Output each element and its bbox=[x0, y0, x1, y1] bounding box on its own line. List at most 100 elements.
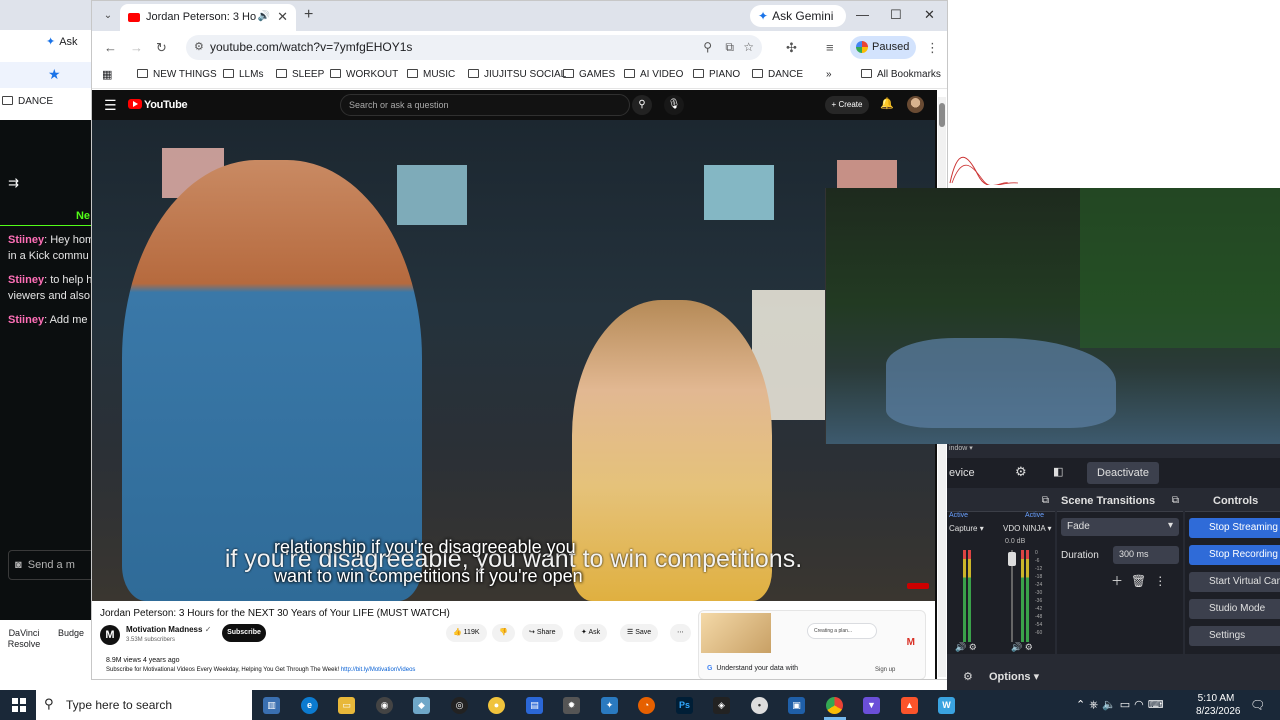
extensions-puzzle-icon[interactable]: ✣ bbox=[786, 40, 797, 56]
bookmark-folder[interactable]: DANCE bbox=[752, 69, 803, 80]
create-button[interactable]: + Create bbox=[825, 96, 869, 114]
task-view-icon[interactable]: ▥ bbox=[263, 697, 280, 714]
more-vertical-icon[interactable]: ⋮ bbox=[1154, 574, 1174, 588]
file-explorer-icon[interactable]: ▭ bbox=[338, 697, 355, 714]
properties-gear-icon[interactable]: ⚙ bbox=[1015, 464, 1027, 480]
network-icon[interactable]: ⎈ bbox=[1089, 699, 1102, 711]
microphone-icon[interactable]: 🎙 bbox=[664, 95, 684, 115]
chat-username[interactable]: Stiiney bbox=[8, 314, 44, 326]
bookmark-folder[interactable]: JIUJITSU SOCIAL bbox=[468, 69, 566, 80]
mixer-source-capture[interactable]: Capture ▾ bbox=[949, 524, 984, 533]
bookmark-folder[interactable]: GAMES bbox=[563, 69, 615, 80]
start-virtual-camera-button[interactable]: Start Virtual Camera bbox=[1189, 572, 1280, 592]
popout-icon[interactable]: ⧉ bbox=[1042, 495, 1049, 506]
system-clock[interactable]: 5:10 AM 8/23/2026 bbox=[1196, 692, 1241, 718]
ask-button[interactable]: ✦ Ask bbox=[574, 624, 608, 642]
tab-search-chevron-icon[interactable]: ⌄ bbox=[100, 8, 116, 24]
hamburger-menu-icon[interactable]: ☰ bbox=[104, 97, 117, 114]
volume-fader[interactable] bbox=[1008, 550, 1016, 642]
obs-camera-source[interactable] bbox=[825, 188, 1280, 444]
davinci-resolve-icon[interactable]: ◈ bbox=[713, 697, 730, 714]
bookmark-folder[interactable]: WORKOUT bbox=[330, 69, 398, 80]
bookmark-folder[interactable]: AI VIDEO bbox=[624, 69, 683, 80]
system-tray[interactable]: ⌃⎈🔈▭◠⌨ bbox=[1076, 698, 1168, 712]
word-app-icon[interactable]: W bbox=[938, 697, 955, 714]
bookmark-folder[interactable]: NEW THINGS bbox=[137, 69, 217, 80]
fader-knob[interactable] bbox=[1008, 552, 1016, 566]
volume-icon[interactable]: 🔈 bbox=[1102, 699, 1120, 711]
youtube-search-input[interactable]: Search or ask a question bbox=[340, 94, 630, 116]
speaker-icon[interactable]: 🔊 bbox=[1011, 642, 1022, 652]
chrome-icon[interactable] bbox=[826, 697, 843, 714]
mixer-mute-settings-1[interactable]: 🔊 ⚙ bbox=[955, 642, 977, 653]
save-button[interactable]: ☰ Save bbox=[620, 624, 659, 642]
minimize-icon[interactable]: — bbox=[856, 7, 869, 22]
background-gemini-tab[interactable]: ✦ Ask bbox=[40, 32, 92, 54]
tab-close-icon[interactable]: ✕ bbox=[277, 9, 288, 25]
popout-icon[interactable]: ⧉ bbox=[1172, 495, 1179, 506]
obs-dock-tab[interactable]: indow ▾ bbox=[947, 444, 1007, 456]
battery-icon[interactable]: ▭ bbox=[1120, 699, 1134, 711]
notifications-bell-icon[interactable]: 🔔 bbox=[880, 97, 894, 110]
vpn-app-icon[interactable]: ▼ bbox=[863, 697, 880, 714]
gear-icon[interactable]: ⚙ bbox=[1025, 642, 1033, 652]
photoshop-icon[interactable]: Ps bbox=[676, 697, 693, 714]
mixer-mute-settings-2[interactable]: 🔊 ⚙ bbox=[1011, 642, 1033, 653]
speaker-icon[interactable]: 🔊 bbox=[955, 642, 966, 652]
windows-start-icon[interactable] bbox=[12, 698, 26, 712]
firefox-icon[interactable]: ◔ bbox=[638, 697, 655, 714]
chat-username[interactable]: Stiiney bbox=[8, 274, 44, 286]
window-app-icon[interactable]: ▣ bbox=[788, 697, 805, 714]
keyboard-icon[interactable]: ⌨ bbox=[1148, 699, 1168, 711]
trash-icon[interactable]: 🗑 bbox=[1131, 574, 1154, 588]
desktop-icon-davinci[interactable]: DaVinci Resolve bbox=[4, 628, 44, 650]
network-app-icon[interactable]: ✦ bbox=[601, 697, 618, 714]
deactivate-button[interactable]: Deactivate bbox=[1087, 462, 1159, 484]
more-bookmarks-chevron-icon[interactable]: » bbox=[826, 69, 832, 80]
ask-gemini-button[interactable]: ✦ Ask Gemini bbox=[750, 5, 846, 27]
bookmark-folder[interactable]: PIANO bbox=[693, 69, 740, 80]
settings-gear-app-icon[interactable]: ✹ bbox=[563, 697, 580, 714]
channel-name[interactable]: Motivation Madness ✓ bbox=[126, 625, 211, 634]
ad-signup-link[interactable]: Sign up bbox=[875, 667, 895, 673]
share-button[interactable]: ↪ Share bbox=[522, 624, 563, 642]
brave-browser-icon[interactable]: ▲ bbox=[901, 697, 918, 714]
wifi-icon[interactable]: ◠ bbox=[1134, 699, 1148, 711]
dislike-button[interactable]: 👎 bbox=[492, 624, 515, 642]
filters-icon[interactable]: ◧ bbox=[1053, 465, 1063, 478]
account-avatar[interactable] bbox=[907, 96, 924, 113]
subscribe-button[interactable]: Subscribe bbox=[222, 624, 266, 642]
transition-select[interactable]: Fade ▾ bbox=[1061, 518, 1179, 536]
forward-arrow-icon[interactable]: → bbox=[130, 40, 143, 55]
gear-icon[interactable]: ⚙ bbox=[969, 642, 977, 652]
close-window-icon[interactable]: ✕ bbox=[924, 7, 935, 23]
profile-paused-button[interactable]: Paused bbox=[850, 36, 916, 59]
back-arrow-icon[interactable]: ← bbox=[104, 40, 117, 55]
new-tab-plus-icon[interactable]: + bbox=[304, 6, 313, 24]
lightbulb-icon[interactable]: ● bbox=[488, 697, 505, 714]
maximize-icon[interactable]: ☐ bbox=[890, 7, 902, 23]
bookmark-star-icon[interactable]: ★ bbox=[48, 66, 61, 83]
stop-streaming-button[interactable]: Stop Streaming bbox=[1189, 518, 1280, 538]
settings-button[interactable]: Settings bbox=[1189, 626, 1280, 646]
video-player[interactable]: if you're disagreeable, you want to win … bbox=[92, 120, 935, 601]
recorder-icon[interactable]: ◎ bbox=[451, 697, 468, 714]
kebab-menu-icon[interactable]: ⋮ bbox=[926, 40, 939, 56]
taskbar-search-box[interactable]: ⚲ Type here to search bbox=[36, 690, 252, 720]
apps-grid-icon[interactable]: ▦ bbox=[102, 68, 112, 81]
youtube-logo[interactable]: YouTube bbox=[128, 99, 188, 111]
source-properties-icon[interactable]: ⚙ bbox=[963, 670, 973, 683]
studio-mode-button[interactable]: Studio Mode bbox=[1189, 599, 1280, 619]
obs-studio-icon[interactable]: ◉ bbox=[376, 697, 393, 714]
ad-panel[interactable]: Creating a plan... M G Understand your d… bbox=[698, 610, 926, 679]
chat-app-icon[interactable]: • bbox=[751, 697, 768, 714]
like-button[interactable]: 👍 119K bbox=[446, 624, 487, 642]
zoom-icon[interactable]: ⚲ bbox=[703, 40, 712, 54]
options-dropdown[interactable]: Options ▾ bbox=[989, 670, 1039, 683]
tab-youtube[interactable]: Jordan Peterson: 3 Hours fo 🔊 ✕ bbox=[120, 4, 296, 31]
docs-icon[interactable]: ▤ bbox=[526, 697, 543, 714]
chat-username[interactable]: Stiiney bbox=[8, 234, 44, 246]
chevron-up-icon[interactable]: ⌃ bbox=[1076, 699, 1089, 711]
background-bookmark-dance[interactable]: DANCE bbox=[0, 92, 92, 114]
description-link[interactable]: http://bit.ly/MotivationVideos bbox=[341, 667, 416, 673]
